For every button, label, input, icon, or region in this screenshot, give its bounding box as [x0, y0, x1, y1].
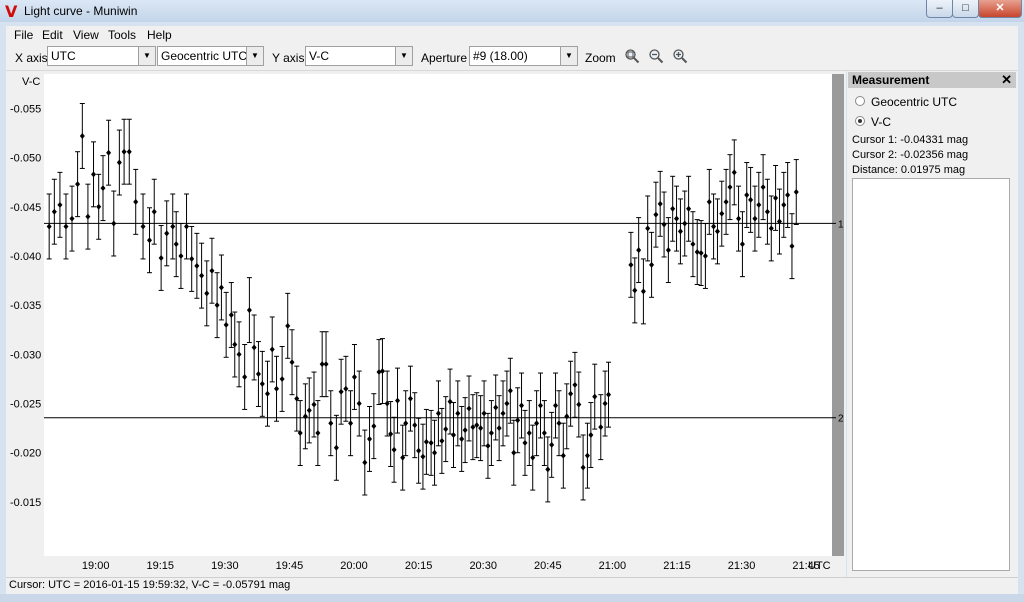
- x-tick-label: 20:15: [405, 560, 433, 572]
- radio-geocentric-utc[interactable]: [855, 96, 865, 106]
- menu-edit[interactable]: Edit: [42, 28, 63, 42]
- cursor1-readout: Cursor 1: -0.04331 mag: [852, 134, 969, 146]
- y-tick-label: -0.030: [10, 349, 41, 361]
- menu-help[interactable]: Help: [147, 28, 172, 42]
- y-axis-value: V-C: [309, 49, 330, 63]
- zoom-out-icon[interactable]: [648, 48, 664, 64]
- x-tick-label: 21:15: [663, 560, 691, 572]
- chevron-down-icon: ▼: [246, 47, 263, 65]
- window-bottom-border: [0, 594, 1024, 602]
- menu-file[interactable]: File: [14, 28, 33, 42]
- zoom-fit-icon[interactable]: [624, 48, 640, 64]
- minimize-button[interactable]: –: [926, 0, 953, 18]
- status-text: Cursor: UTC = 2016-01-15 19:59:32, V-C =…: [9, 579, 291, 591]
- zoom-in-icon[interactable]: [672, 48, 688, 64]
- x-axis-secondary-select[interactable]: Geocentric UTC ▼: [157, 46, 264, 66]
- measurement-panel-header: Measurement ✕: [848, 72, 1016, 88]
- x-tick-label: 21:00: [599, 560, 627, 572]
- maximize-button[interactable]: □: [952, 0, 979, 18]
- cursor2-readout: Cursor 2: -0.02356 mag: [852, 149, 969, 161]
- radio-geocentric-utc-label: Geocentric UTC: [871, 95, 958, 109]
- y-tick-label: -0.015: [10, 497, 41, 509]
- y-tick-label: -0.040: [10, 251, 41, 263]
- close-window-button[interactable]: ✕: [978, 0, 1022, 18]
- measurement-list[interactable]: [852, 178, 1010, 571]
- light-curve-chart[interactable]: V-C UTC -0.055-0.050-0.045-0.040-0.035-0…: [6, 71, 846, 577]
- x-axis-secondary-value: Geocentric UTC: [161, 49, 248, 63]
- x-tick-label: 20:45: [534, 560, 562, 572]
- x-axis-select[interactable]: UTC ▼: [47, 46, 156, 66]
- plot-area[interactable]: [44, 74, 832, 556]
- x-axis-label: X axis: [15, 51, 48, 65]
- distance-readout: Distance: 0.01975 mag: [852, 164, 966, 176]
- measurement-title: Measurement: [852, 73, 930, 87]
- x-tick-label: 19:30: [211, 560, 239, 572]
- x-tick-label: 20:30: [469, 560, 497, 572]
- y-tick-label: -0.025: [10, 399, 41, 411]
- title-bar[interactable]: [0, 0, 1024, 22]
- cursor-label: 1: [838, 219, 844, 230]
- aperture-value: #9 (18.00): [473, 49, 528, 63]
- app-logo-icon: V: [5, 2, 18, 21]
- aperture-label: Aperture: [421, 51, 468, 65]
- y-axis-select[interactable]: V-C ▼: [305, 46, 413, 66]
- aperture-select[interactable]: #9 (18.00) ▼: [469, 46, 578, 66]
- y-tick-label: -0.050: [10, 153, 41, 165]
- radio-v-c-label: V-C: [871, 115, 892, 129]
- x-axis-value: UTC: [51, 49, 76, 63]
- zoom-label: Zoom: [585, 51, 616, 65]
- chevron-down-icon: ▼: [560, 47, 577, 65]
- x-tick-label: 21:45: [792, 560, 820, 572]
- window-title: Light curve - Muniwin: [24, 4, 138, 18]
- chevron-down-icon: ▼: [138, 47, 155, 65]
- close-panel-icon[interactable]: ✕: [1001, 72, 1012, 88]
- y-tick-label: -0.045: [10, 202, 41, 214]
- y-tick-label: -0.055: [10, 103, 41, 115]
- x-tick-label: 19:15: [146, 560, 174, 572]
- x-tick-label: 20:00: [340, 560, 368, 572]
- y-axis-label: Y axis: [272, 51, 305, 65]
- x-tick-label: 19:00: [82, 560, 110, 572]
- y-tick-label: -0.035: [10, 300, 41, 312]
- x-tick-label: 19:45: [276, 560, 304, 572]
- menu-view[interactable]: View: [73, 28, 99, 42]
- cursor-label: 2: [838, 414, 844, 425]
- y-axis-ruler: [832, 74, 844, 556]
- x-tick-label: 21:30: [728, 560, 756, 572]
- y-axis-title: V-C: [22, 76, 40, 88]
- y-tick-label: -0.020: [10, 448, 41, 460]
- menu-tools[interactable]: Tools: [108, 28, 136, 42]
- chevron-down-icon: ▼: [395, 47, 412, 65]
- radio-v-c[interactable]: [855, 116, 865, 126]
